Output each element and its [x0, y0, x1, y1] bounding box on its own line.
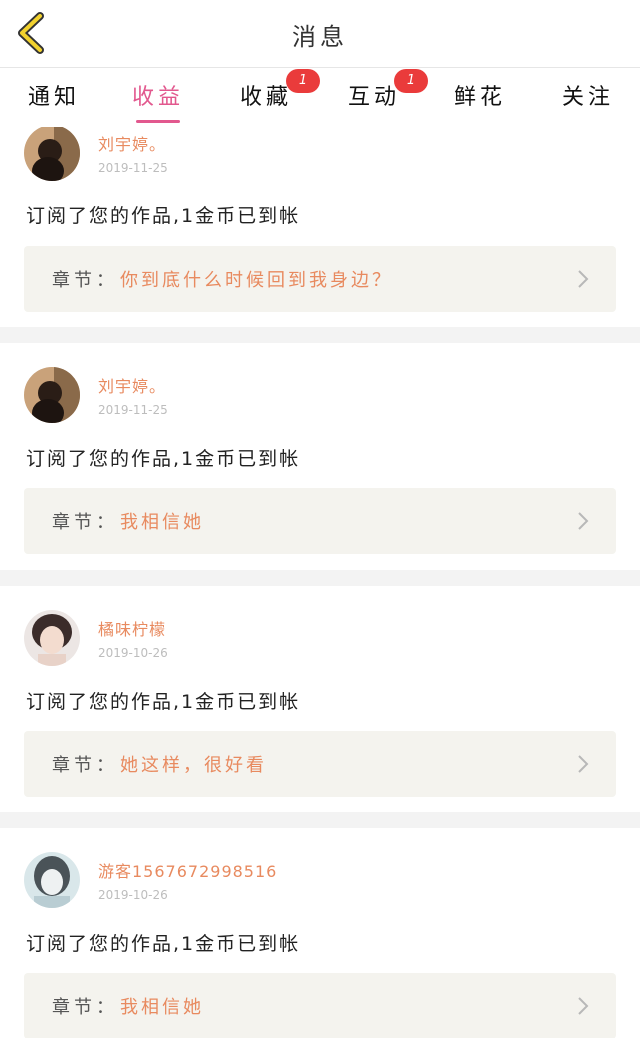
avatar[interactable]: [24, 852, 80, 908]
unread-badge: 1: [394, 69, 428, 93]
top-bar: 消息: [0, 0, 640, 68]
tab-label: 收益: [131, 85, 184, 110]
divider: [0, 327, 640, 343]
username[interactable]: 刘宇婷。: [98, 373, 166, 397]
tab-interaction[interactable]: 互动 1: [320, 69, 428, 125]
date: 2019-10-26: [98, 646, 168, 660]
chapter-link[interactable]: 章节： 她这样，很好看: [24, 731, 616, 797]
chapter-link[interactable]: 章节： 我相信她: [24, 488, 616, 554]
divider: [0, 812, 640, 828]
avatar[interactable]: [24, 610, 80, 666]
message-text: 订阅了您的作品,1金币已到帐: [26, 448, 301, 470]
chapter-label: 章节：: [52, 270, 118, 291]
username[interactable]: 橘味柠檬: [98, 616, 166, 640]
unread-badge: 1: [286, 69, 320, 93]
tab-bar: 通知 收益 收藏 1 互动 1 鲜花 关注: [0, 69, 640, 127]
tab-label: 关注: [561, 85, 614, 110]
user-avatar-image: [24, 852, 80, 908]
user-avatar-image: [24, 610, 80, 666]
avatar[interactable]: [24, 367, 80, 423]
tab-label: 互动: [347, 85, 400, 110]
list-item: 刘宇婷。 2019-11-25 订阅了您的作品,1金币已到帐 章节： 我相信她: [0, 343, 640, 570]
page-title: 消息: [292, 23, 348, 51]
date: 2019-10-26: [98, 888, 168, 902]
chevron-right-icon: [578, 997, 589, 1015]
chapter-label: 章节：: [52, 512, 118, 533]
chevron-right-icon: [578, 755, 589, 773]
tab-notice[interactable]: 通知: [0, 79, 108, 125]
username[interactable]: 游客1567672998516: [98, 858, 277, 882]
tab-flowers[interactable]: 鲜花: [426, 79, 534, 125]
divider: [0, 570, 640, 586]
chapter-title: 我相信她: [120, 997, 204, 1018]
date: 2019-11-25: [98, 161, 168, 175]
chapter-link[interactable]: 章节： 你到底什么时候回到我身边？: [24, 246, 616, 312]
tab-label: 收藏: [239, 85, 292, 110]
chevron-right-icon: [578, 512, 589, 530]
chapter-label: 章节：: [52, 755, 118, 776]
tab-label: 通知: [27, 85, 80, 110]
avatar[interactable]: [24, 127, 80, 181]
list-item: 刘宇婷。 2019-11-25 订阅了您的作品,1金币已到帐 章节： 你到底什么…: [0, 127, 640, 327]
chapter-label: 章节：: [52, 997, 118, 1018]
username[interactable]: 刘宇婷。: [98, 131, 166, 155]
earnings-list: 刘宇婷。 2019-11-25 订阅了您的作品,1金币已到帐 章节： 你到底什么…: [0, 127, 640, 1038]
tab-favorites[interactable]: 收藏 1: [212, 69, 320, 125]
message-text: 订阅了您的作品,1金币已到帐: [26, 691, 301, 713]
tab-follow[interactable]: 关注: [534, 79, 640, 125]
tab-earnings[interactable]: 收益: [104, 79, 212, 125]
list-item: 游客1567672998516 2019-10-26 订阅了您的作品,1金币已到…: [0, 828, 640, 1038]
chevron-right-icon: [578, 270, 589, 288]
message-text: 订阅了您的作品,1金币已到帐: [26, 933, 301, 955]
date: 2019-11-25: [98, 403, 168, 417]
list-item: 橘味柠檬 2019-10-26 订阅了您的作品,1金币已到帐 章节： 她这样，很…: [0, 586, 640, 812]
tab-label: 鲜花: [453, 85, 506, 110]
user-avatar-image: [24, 127, 80, 181]
chapter-link[interactable]: 章节： 我相信她: [24, 973, 616, 1038]
chapter-title: 你到底什么时候回到我身边？: [120, 270, 393, 291]
chapter-title: 我相信她: [120, 512, 204, 533]
chapter-title: 她这样，很好看: [120, 755, 267, 776]
user-avatar-image: [24, 367, 80, 423]
active-tab-indicator: [136, 120, 180, 123]
message-text: 订阅了您的作品,1金币已到帐: [26, 205, 301, 227]
